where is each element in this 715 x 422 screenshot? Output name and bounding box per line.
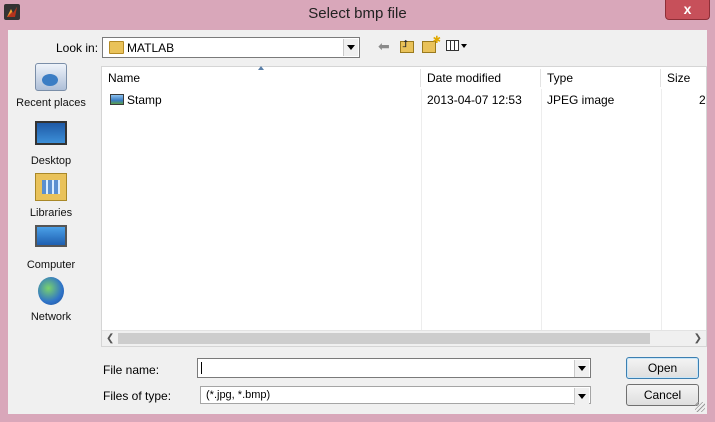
place-label: Recent places: [16, 97, 86, 109]
place-label: Computer: [26, 259, 76, 271]
place-label: Network: [30, 311, 72, 323]
text-caret: [201, 362, 202, 374]
file-type: JPEG image: [547, 93, 615, 107]
computer-icon: [35, 225, 67, 247]
title-bar[interactable]: Select bmp file x: [0, 0, 715, 28]
cancel-button[interactable]: Cancel: [626, 384, 699, 406]
column-divider: [541, 89, 542, 330]
scroll-left-icon[interactable]: ❮: [106, 333, 114, 344]
place-desktop[interactable]: Desktop: [8, 121, 94, 173]
column-divider: [661, 89, 662, 330]
place-computer[interactable]: Computer: [8, 225, 94, 277]
dialog-client-area: Look in: MATLAB ⬅ Recent places Desktop: [8, 30, 707, 414]
column-header-label: Name: [108, 71, 141, 85]
desktop-icon: [35, 121, 67, 145]
scroll-right-icon[interactable]: ❯: [694, 333, 702, 344]
back-arrow-icon[interactable]: ⬅: [378, 39, 392, 55]
image-file-icon: [110, 94, 124, 105]
file-name-label: File name:: [103, 363, 160, 377]
place-label: Desktop: [30, 155, 72, 167]
open-button[interactable]: Open: [626, 357, 699, 379]
view-menu-icon[interactable]: [446, 39, 468, 55]
column-header-name[interactable]: Name: [102, 66, 421, 87]
column-header-size[interactable]: Size: [661, 69, 706, 87]
scrollbar-thumb[interactable]: [118, 333, 650, 344]
file-type-dropdown[interactable]: (*.jpg, *.bmp): [200, 386, 591, 405]
chevron-down-icon[interactable]: [343, 39, 358, 56]
file-date: 2013-04-07 12:53: [427, 93, 522, 107]
file-type-label: Files of type:: [103, 389, 172, 403]
file-row[interactable]: Stamp 2013-04-07 12:53 JPEG image 2: [102, 91, 706, 109]
new-folder-icon[interactable]: [422, 35, 441, 53]
places-bar: Recent places Desktop Libraries Computer…: [8, 63, 94, 333]
chevron-down-icon[interactable]: [574, 388, 589, 405]
resize-grip-icon[interactable]: [695, 402, 705, 412]
file-type-value: (*.jpg, *.bmp): [206, 389, 271, 401]
column-header-type[interactable]: Type: [541, 69, 661, 87]
libraries-icon: [35, 173, 67, 201]
column-divider: [421, 89, 422, 330]
file-name: Stamp: [127, 93, 162, 107]
place-label: Libraries: [29, 207, 73, 219]
horizontal-scrollbar[interactable]: ❮ ❯: [102, 330, 706, 346]
place-network[interactable]: Network: [8, 277, 94, 329]
dialog-window: Select bmp file x Look in: MATLAB ⬅ Rece…: [0, 0, 715, 422]
column-header-date[interactable]: Date modified: [421, 69, 541, 87]
place-libraries[interactable]: Libraries: [8, 173, 94, 225]
folder-icon: [109, 41, 124, 54]
file-name-input[interactable]: [197, 358, 591, 378]
view-caret-icon: [461, 44, 467, 48]
network-icon: [38, 277, 64, 305]
recent-places-icon: [35, 63, 67, 91]
place-recent-places[interactable]: Recent places: [8, 63, 94, 115]
up-folder-icon[interactable]: [400, 39, 414, 53]
look-in-value: MATLAB: [127, 41, 175, 55]
file-size: 2: [699, 93, 706, 107]
window-title: Select bmp file: [308, 5, 407, 22]
view-grid-icon: [446, 40, 459, 51]
sort-up-icon: [258, 66, 264, 70]
look-in-dropdown[interactable]: MATLAB: [102, 37, 360, 58]
look-in-label: Look in:: [56, 41, 99, 55]
file-list[interactable]: Name Date modified Type Size Stamp 2013-…: [101, 66, 707, 347]
close-button[interactable]: x: [665, 0, 710, 20]
chevron-down-icon[interactable]: [574, 360, 589, 377]
